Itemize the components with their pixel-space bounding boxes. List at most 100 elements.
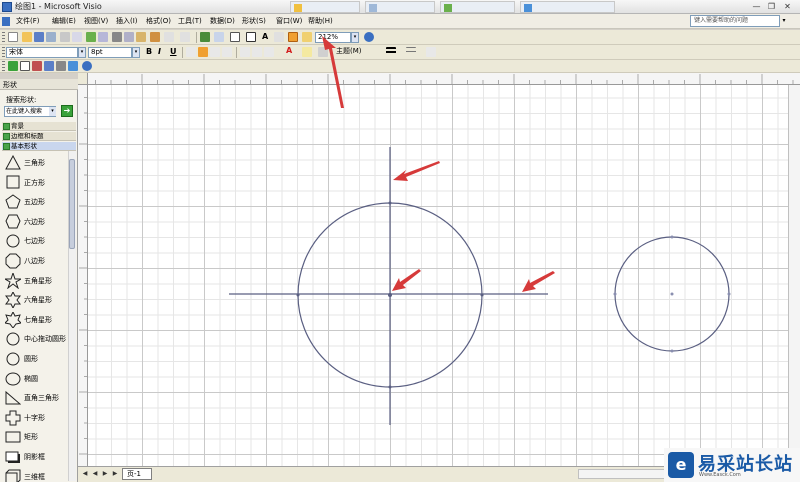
print-icon[interactable]	[60, 32, 70, 42]
line-pattern-icon[interactable]	[406, 47, 416, 57]
shape-item[interactable]: 五边形	[2, 192, 70, 211]
line-weight-icon[interactable]	[386, 47, 396, 57]
line-tool-icon[interactable]	[274, 32, 284, 42]
research-icon[interactable]	[98, 32, 108, 42]
justify-icon[interactable]	[222, 47, 232, 57]
shape-item[interactable]: 圆形	[2, 349, 70, 368]
help-search-input[interactable]: 键入需要帮助的问题	[690, 15, 780, 27]
ellipse-tool-icon[interactable]	[32, 61, 42, 71]
align-middle-icon[interactable]	[252, 47, 262, 57]
first-page-icon[interactable]: ◀	[80, 469, 90, 479]
save-icon[interactable]	[34, 32, 44, 42]
shape-item[interactable]: 六边形	[2, 212, 70, 231]
crosshair-group[interactable]	[229, 147, 548, 425]
cut-icon[interactable]	[112, 32, 122, 42]
ruler-corner[interactable]	[78, 73, 88, 85]
shape-item[interactable]: 六角星形	[2, 290, 70, 309]
shape-item[interactable]: 三维框	[2, 467, 70, 482]
font-size-field[interactable]: 8pt	[88, 47, 132, 58]
bold-button[interactable]: B	[146, 47, 152, 56]
shape-item[interactable]: 七角星形	[2, 310, 70, 329]
spelling-icon[interactable]	[86, 32, 96, 42]
zoom-level-field[interactable]: 212%	[315, 32, 351, 43]
help-icon[interactable]	[364, 32, 374, 42]
canvas-vertical-scrollbar[interactable]	[788, 85, 800, 466]
last-page-icon[interactable]: ▶	[110, 469, 120, 479]
background-tab[interactable]	[520, 1, 615, 13]
shape-item[interactable]: 矩形	[2, 427, 70, 446]
pan-zoom-icon[interactable]	[288, 32, 298, 42]
close-button[interactable]: ✕	[781, 1, 794, 12]
menu-file[interactable]: 文件(F)	[16, 16, 40, 26]
shape-item[interactable]: 阴影框	[2, 447, 70, 466]
menu-data[interactable]: 数据(D)	[210, 16, 235, 26]
menu-view[interactable]: 视图(V)	[84, 16, 108, 26]
shape-item[interactable]: 十字形	[2, 408, 70, 427]
stencil-background[interactable]: 背景	[2, 122, 76, 131]
shape-item[interactable]: 中心拖动圆形	[2, 329, 70, 348]
play-icon[interactable]	[8, 61, 18, 71]
shape-item[interactable]: 三角形	[2, 153, 70, 172]
stencil-icon[interactable]	[214, 32, 224, 42]
rectangle-tool-icon[interactable]	[20, 61, 30, 71]
drawing-canvas[interactable]	[88, 85, 800, 466]
stencil-borders-titles[interactable]: 边框和标题	[2, 132, 76, 141]
copy-icon[interactable]	[124, 32, 134, 42]
menu-format[interactable]: 格式(O)	[146, 16, 171, 26]
restore-button[interactable]: ❐	[765, 1, 778, 12]
chevron-down-icon[interactable]: ▾	[351, 32, 359, 43]
chevron-down-icon[interactable]: ▾	[780, 16, 788, 26]
menu-help[interactable]: 帮助(H)	[308, 16, 333, 26]
vertical-ruler[interactable]	[78, 85, 88, 466]
shapes-scroll-thumb[interactable]	[69, 159, 75, 249]
menu-insert[interactable]: 插入(I)	[116, 16, 138, 26]
new-document-icon[interactable]	[8, 32, 18, 42]
visio-app-icon[interactable]	[2, 2, 12, 12]
hyperlink-icon[interactable]	[200, 32, 210, 42]
underline-button[interactable]: U	[170, 47, 177, 56]
menu-window[interactable]: 窗口(W)	[276, 16, 302, 26]
pencil-tool-icon[interactable]	[68, 61, 78, 71]
minimize-button[interactable]: —	[750, 1, 763, 12]
menu-tools[interactable]: 工具(T)	[178, 16, 202, 26]
toolbar-grip[interactable]	[2, 32, 5, 43]
print-preview-icon[interactable]	[72, 32, 82, 42]
align-right-icon[interactable]	[210, 47, 220, 57]
italic-button[interactable]: I	[158, 47, 161, 56]
font-color-icon[interactable]: A	[286, 46, 292, 55]
paste-icon[interactable]	[136, 32, 146, 42]
help-icon[interactable]	[82, 61, 92, 71]
shape-item[interactable]: 正方形	[2, 173, 70, 192]
open-folder-icon[interactable]	[22, 32, 32, 42]
permission-icon[interactable]	[46, 32, 56, 42]
search-go-button[interactable]: ➔	[61, 105, 73, 117]
pointer-tool-icon[interactable]	[230, 32, 240, 42]
shape-item[interactable]: 八边形	[2, 251, 70, 270]
text-tool-icon[interactable]: A	[262, 32, 268, 41]
chevron-down-icon[interactable]: ▾	[78, 47, 86, 58]
zoom-icon[interactable]	[302, 32, 312, 42]
background-tab[interactable]	[440, 1, 515, 13]
chevron-down-icon[interactable]: ▾	[49, 107, 56, 116]
line-ends-icon[interactable]	[426, 47, 436, 57]
background-tab[interactable]	[290, 1, 360, 13]
connector-tool-icon[interactable]	[246, 32, 256, 42]
next-page-icon[interactable]: ▶	[100, 469, 110, 479]
align-bottom-icon[interactable]	[264, 47, 274, 57]
horizontal-ruler[interactable]	[88, 73, 800, 85]
toolbar-grip[interactable]	[2, 61, 5, 72]
page-tab[interactable]: 页-1	[122, 468, 152, 480]
shape-item[interactable]: 椭圆	[2, 369, 70, 388]
align-left-icon[interactable]	[186, 47, 196, 57]
line-draw-icon[interactable]	[44, 61, 54, 71]
shape-item[interactable]: 七边形	[2, 231, 70, 250]
arc-tool-icon[interactable]	[56, 61, 66, 71]
font-name-field[interactable]: 宋体	[6, 47, 78, 58]
undo-icon[interactable]	[164, 32, 174, 42]
toolbar-grip[interactable]	[2, 47, 5, 58]
line-color-icon[interactable]	[302, 47, 312, 57]
shape-item[interactable]: 直角三角形	[2, 388, 70, 407]
chevron-down-icon[interactable]: ▾	[132, 47, 140, 58]
background-tab[interactable]	[365, 1, 435, 13]
previous-page-icon[interactable]: ◀	[90, 469, 100, 479]
